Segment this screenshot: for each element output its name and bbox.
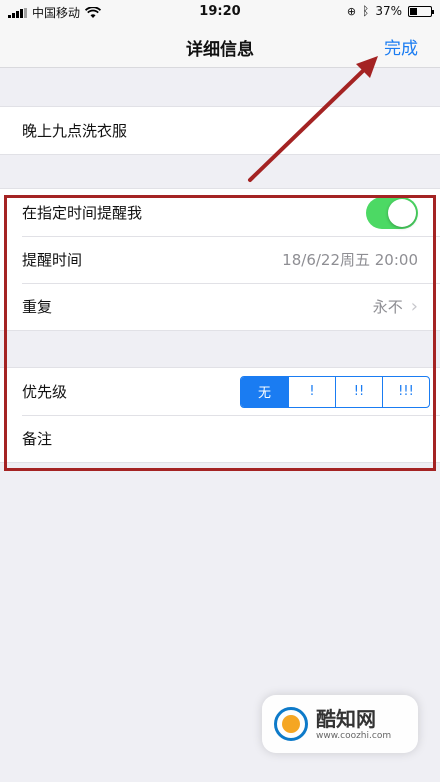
watermark-title: 酷知网 xyxy=(316,707,376,731)
status-bar: 中国移动 19:20 ⊕ ᛒ 37% xyxy=(0,0,440,24)
battery-level xyxy=(410,7,418,15)
task-title[interactable]: 晚上九点洗衣服 xyxy=(22,120,127,141)
bluetooth-icon: ᛒ xyxy=(362,4,370,18)
status-right: ⊕ ᛒ 37% xyxy=(346,4,434,18)
watermark-url: www.coozhi.com xyxy=(316,731,392,741)
battery-icon xyxy=(408,5,434,17)
task-title-section: 晚上九点洗衣服 xyxy=(0,106,440,155)
annotation-highlight-box xyxy=(4,195,436,471)
watermark: 酷知网 www.coozhi.com xyxy=(262,695,418,753)
task-title-row[interactable]: 晚上九点洗衣服 xyxy=(0,107,440,154)
page-title: 详细信息 xyxy=(186,40,254,60)
battery-percent: 37% xyxy=(375,4,402,18)
orientation-lock-icon: ⊕ xyxy=(346,4,357,18)
done-button[interactable]: 完成 xyxy=(384,34,418,59)
nav-bar: 详细信息 完成 xyxy=(0,24,440,68)
coozhi-logo-icon xyxy=(274,707,308,741)
